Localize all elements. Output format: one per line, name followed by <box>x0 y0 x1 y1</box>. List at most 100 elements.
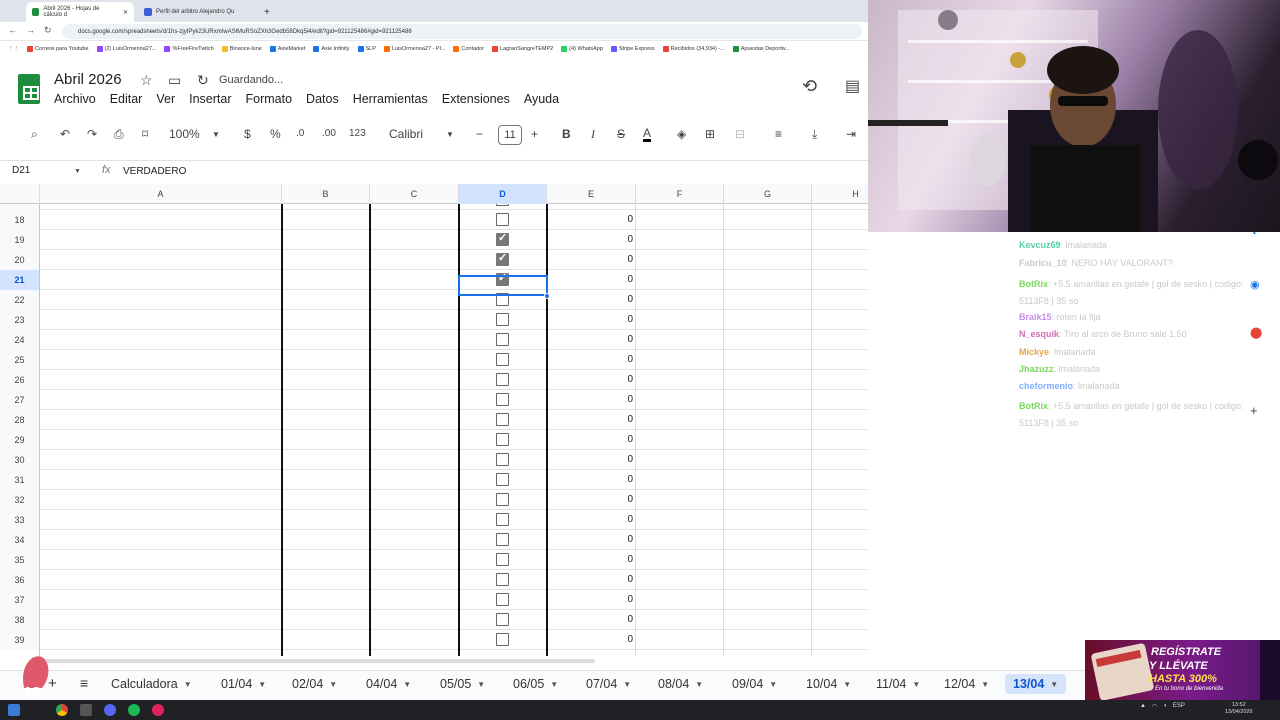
currency-button[interactable]: $ <box>244 127 251 141</box>
sheet-tab-calculadora[interactable]: Calculadora ▼ <box>111 677 192 691</box>
chevron-down-icon[interactable]: ▼ <box>446 130 454 139</box>
row-number[interactable]: 23 <box>0 310 40 330</box>
text-wrap-icon[interactable]: ⇥ <box>846 127 856 141</box>
checkbox-d33[interactable] <box>496 513 509 526</box>
bookmark-item[interactable]: AxieMarket <box>269 46 305 52</box>
checkbox-d26[interactable] <box>496 373 509 386</box>
column-header-h[interactable]: H <box>812 184 868 204</box>
decrease-font-size-button[interactable]: − <box>476 127 483 141</box>
checkbox-d25[interactable] <box>496 353 509 366</box>
column-header-d[interactable]: D <box>459 184 547 204</box>
fill-color-icon[interactable]: ◈ <box>677 127 686 141</box>
sheet-tab-05-05[interactable]: 05/05 ▼ <box>440 677 485 691</box>
cell-e18[interactable]: 0 <box>547 214 633 225</box>
chevron-down-icon[interactable]: ▼ <box>550 680 558 689</box>
wifi-icon[interactable]: ◠ <box>1152 703 1157 710</box>
url-input[interactable]: docs.google.com/spreadsheets/d/1hs-zjyIP… <box>62 24 862 39</box>
forward-arrow-icon[interactable]: → <box>26 25 35 35</box>
italic-button[interactable]: I <box>591 127 595 142</box>
menu-item-ayuda[interactable]: Ayuda <box>524 92 559 106</box>
tasks-icon[interactable]: ◉ <box>1250 278 1260 291</box>
chevron-down-icon[interactable]: ▼ <box>403 680 411 689</box>
checkbox-d38[interactable] <box>496 613 509 626</box>
cell-e21[interactable]: 0 <box>547 274 633 285</box>
cell-e27[interactable]: 0 <box>547 394 633 405</box>
bookmark-item[interactable]: Correos para Youtube <box>27 46 89 52</box>
chevron-down-icon[interactable]: ▼ <box>912 680 920 689</box>
comments-icon[interactable]: ▤ <box>845 76 860 96</box>
cell-e28[interactable]: 0 <box>547 414 633 425</box>
volume-icon[interactable]: ◖ <box>1163 703 1167 710</box>
bookmark-item[interactable]: (4) WhatsApp <box>561 46 603 52</box>
menu-item-extensiones[interactable]: Extensiones <box>442 92 510 106</box>
sheet-tab-06-05[interactable]: 06/05 ▼ <box>513 677 558 691</box>
row-number[interactable]: 32 <box>0 490 40 510</box>
clock[interactable]: 13:52 13/04/2026 <box>1225 702 1253 716</box>
star-icon[interactable]: ☆ <box>140 72 153 89</box>
percent-button[interactable]: % <box>270 127 281 141</box>
checkbox-d29[interactable] <box>496 433 509 446</box>
sheet-tab-09-04[interactable]: 09/04 ▼ <box>732 677 777 691</box>
menu-item-ver[interactable]: Ver <box>156 92 175 106</box>
chevron-down-icon[interactable]: ▼ <box>623 680 631 689</box>
row-number[interactable]: 39 <box>0 630 40 650</box>
bookmark-item[interactable]: LagranSangreTEMP2 <box>492 46 553 52</box>
menu-item-archivo[interactable]: Archivo <box>54 92 96 106</box>
bold-button[interactable]: B <box>562 127 571 141</box>
column-header-b[interactable]: B <box>282 184 370 204</box>
row-number[interactable]: 34 <box>0 530 40 550</box>
chevron-down-icon[interactable]: ▼ <box>477 680 485 689</box>
sheet-tab-08-04[interactable]: 08/04 ▼ <box>658 677 703 691</box>
sheet-tab-04-04[interactable]: 04/04 ▼ <box>366 677 411 691</box>
sheet-tab-02-04[interactable]: 02/04 ▼ <box>292 677 337 691</box>
obs-icon[interactable] <box>152 704 164 716</box>
all-sheets-menu-icon[interactable]: ≡ <box>80 675 88 691</box>
row-number[interactable]: 37 <box>0 590 40 610</box>
menu-item-herramientas[interactable]: Herramientas <box>353 92 428 106</box>
add-addon-icon[interactable]: + <box>1250 403 1258 418</box>
menu-item-formato[interactable]: Formato <box>246 92 293 106</box>
row-number[interactable]: 21 <box>0 270 40 290</box>
column-header-e[interactable]: E <box>547 184 636 204</box>
chevron-down-icon[interactable]: ▼ <box>258 680 266 689</box>
redo-icon[interactable]: ↷ <box>87 127 97 141</box>
bookmark-item[interactable]: Apuestas Deportiv... <box>732 46 790 52</box>
checkbox-d27[interactable] <box>496 393 509 406</box>
menu-item-datos[interactable]: Datos <box>306 92 339 106</box>
bookmark-item[interactable]: LuisOrmenoa27 - Pl... <box>383 46 445 52</box>
sheet-tab-11-04[interactable]: 11/04 ▼ <box>876 677 920 691</box>
column-header-c[interactable]: C <box>370 184 459 204</box>
menu-item-insertar[interactable]: Insertar <box>189 92 231 106</box>
cell-e32[interactable]: 0 <box>547 494 633 505</box>
sheet-tab-07-04[interactable]: 07/04 ▼ <box>586 677 631 691</box>
row-number[interactable]: 24 <box>0 330 40 350</box>
start-icon[interactable] <box>8 704 20 716</box>
row-number[interactable]: 20 <box>0 250 40 270</box>
cell-e36[interactable]: 0 <box>547 574 633 585</box>
row-number[interactable]: 19 <box>0 230 40 250</box>
number-format-button[interactable]: 123 <box>349 128 366 139</box>
network-icon[interactable]: ▲ <box>1140 703 1146 710</box>
cell-e37[interactable]: 0 <box>547 594 633 605</box>
chevron-down-icon[interactable]: ▼ <box>769 680 777 689</box>
chevron-down-icon[interactable]: ▼ <box>695 680 703 689</box>
document-title[interactable]: Abril 2026 <box>54 71 122 88</box>
name-box[interactable]: D21 <box>12 165 30 176</box>
cell-e39[interactable]: 0 <box>547 634 633 645</box>
chevron-down-icon[interactable]: ▼ <box>1050 680 1058 689</box>
row-number[interactable]: 22 <box>0 290 40 310</box>
chevron-down-icon[interactable]: ▼ <box>981 680 989 689</box>
sheet-tab-01-04[interactable]: 01/04 ▼ <box>221 677 266 691</box>
chevron-down-icon[interactable]: ▼ <box>74 168 81 175</box>
sheet-tab-12-04[interactable]: 12/04 ▼ <box>944 677 989 691</box>
cell-e26[interactable]: 0 <box>547 374 633 385</box>
cell-e19[interactable]: 0 <box>547 234 633 245</box>
chrome-icon[interactable] <box>56 704 68 716</box>
cell-e31[interactable]: 0 <box>547 474 633 485</box>
decrease-decimal-button[interactable]: .0 <box>296 128 304 139</box>
font-select[interactable]: Calibri <box>389 127 423 141</box>
calendar-icon[interactable]: ◔ <box>1250 228 1257 240</box>
row-number[interactable]: 38 <box>0 610 40 630</box>
cell-e35[interactable]: 0 <box>547 554 633 565</box>
cell-e20[interactable]: 0 <box>547 254 633 265</box>
